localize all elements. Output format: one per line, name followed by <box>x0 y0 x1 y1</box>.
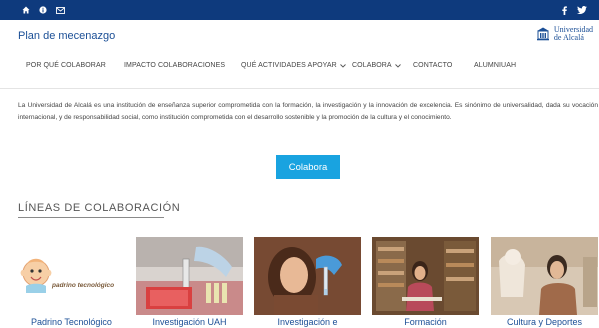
card-image-investigacion-uah <box>136 237 243 315</box>
site-title-link[interactable]: Plan de mecenazgo <box>18 30 115 42</box>
main-navigation: POR QUÉ COLABORAR IMPACTO COLABORACIONES… <box>0 62 599 76</box>
nav-item-contacto[interactable]: CONTACTO <box>413 62 452 69</box>
card-image-cultura-deportes <box>491 237 598 315</box>
university-logo[interactable]: Universidad de Alcalá <box>535 26 593 42</box>
nav-divider <box>0 88 599 89</box>
card-caption[interactable]: Investigación UAH <box>136 317 243 327</box>
card-investigacion-uah[interactable]: Investigación UAH <box>136 237 243 328</box>
nav-item-por-que-colaborar[interactable]: POR QUÉ COLABORAR <box>26 62 106 69</box>
home-icon[interactable] <box>22 6 30 14</box>
nav-item-label: ALUMNIUAH <box>474 62 517 69</box>
padrino-logo-text: padrino tecnológico <box>52 282 115 289</box>
nav-item-impacto-colaboraciones[interactable]: IMPACTO COLABORACIONES <box>124 62 225 69</box>
card-padrino-tecnologico[interactable]: padrino tecnológico Padrino Tecnológico <box>18 237 125 328</box>
card-caption[interactable]: Cultura y Deportes <box>491 317 598 327</box>
top-utility-bar <box>0 0 599 20</box>
nav-item-label: POR QUÉ COLABORAR <box>26 62 106 69</box>
card-caption[interactable]: Padrino Tecnológico <box>18 317 125 327</box>
facebook-icon[interactable] <box>562 5 567 15</box>
nav-item-label: COLABORA <box>352 62 392 69</box>
intro-paragraph: La Universidad de Alcalá es una instituc… <box>18 102 598 121</box>
logo-line-2: de Alcalá <box>553 33 584 42</box>
nav-item-alumniuah[interactable]: ALUMNIUAH <box>474 62 516 69</box>
nav-item-label: QUÉ ACTIVIDADES APOYAR <box>241 62 337 69</box>
section-title-underline <box>18 217 164 218</box>
chevron-down-icon <box>340 63 346 68</box>
card-investigacion-e[interactable]: Investigación e <box>254 237 361 328</box>
chevron-down-icon <box>394 63 401 68</box>
card-caption[interactable]: Investigación e <box>254 317 361 327</box>
nav-item-label: CONTACTO <box>413 62 453 69</box>
card-image-formacion <box>372 237 479 315</box>
card-cultura-deportes[interactable]: Cultura y Deportes <box>491 237 598 328</box>
university-crest-icon <box>535 26 551 42</box>
card-formacion[interactable]: Formación <box>372 237 479 328</box>
nav-item-que-actividades-apoyar[interactable]: QUÉ ACTIVIDADES APOYAR <box>241 62 346 69</box>
colabora-button[interactable]: Colabora <box>276 155 340 179</box>
mail-icon[interactable] <box>56 6 65 14</box>
card-image-padrino: padrino tecnológico <box>18 237 125 315</box>
nav-item-label: IMPACTO COLABORACIONES <box>124 62 226 69</box>
nav-item-colabora[interactable]: COLABORA <box>352 62 401 69</box>
twitter-icon[interactable] <box>577 6 587 14</box>
card-image-investigacion-e <box>254 237 361 315</box>
card-caption[interactable]: Formación <box>372 317 479 327</box>
section-title: LÍNEAS DE COLABORACIÓN <box>18 202 181 214</box>
info-icon[interactable] <box>39 6 47 14</box>
